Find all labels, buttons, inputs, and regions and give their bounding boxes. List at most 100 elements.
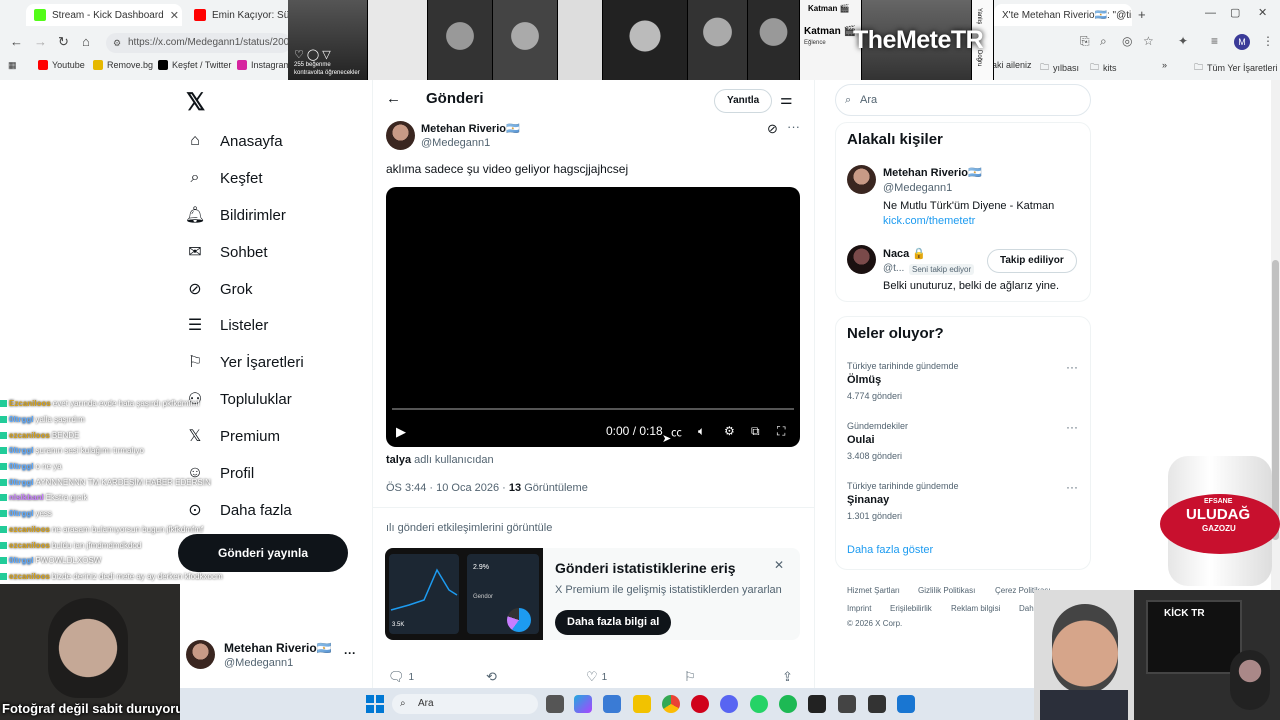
trend-item[interactable]: Ölmüş xyxy=(847,374,881,386)
footer-link[interactable]: Gizlilik Politikası xyxy=(918,586,975,595)
reload-icon[interactable]: ↻ xyxy=(58,34,69,50)
star-icon[interactable]: ☆ xyxy=(1143,34,1154,48)
pip-icon[interactable]: ⧉ xyxy=(751,424,760,439)
captions-icon[interactable]: ㏄ xyxy=(671,424,682,440)
trend-item[interactable]: Oulai xyxy=(847,434,875,446)
following-button[interactable]: Takip ediliyor xyxy=(987,249,1077,273)
bookmark-removebg[interactable]: Remove.bg xyxy=(93,60,153,70)
media-icon[interactable]: ≡ xyxy=(1211,34,1218,48)
footer-link[interactable]: Dah xyxy=(1019,604,1034,613)
author-handle[interactable]: @Medegann1 xyxy=(421,137,490,149)
close-icon[interactable]: ✕ xyxy=(170,9,179,22)
address-bar[interactable]: ⚙ https://x.com/Medegann1/status/2009 xyxy=(106,33,291,53)
footer-link[interactable]: Hizmet Şartları xyxy=(847,586,900,595)
minimize-icon[interactable]: — xyxy=(1205,7,1216,19)
bookmark-youtube[interactable]: Youtube xyxy=(38,60,85,70)
more-icon[interactable]: ··· xyxy=(1066,480,1078,494)
opera-icon[interactable] xyxy=(691,695,709,713)
app-icon[interactable] xyxy=(868,695,886,713)
video-progress-bar[interactable] xyxy=(392,408,794,410)
like-button[interactable]: ♡ 1 xyxy=(586,669,607,685)
bookmark-folder[interactable]: 🗀 kits xyxy=(1090,60,1117,76)
bookmark-folder[interactable]: 🗀 yılbası xyxy=(1040,60,1079,76)
apps-grid-icon[interactable]: ▦ xyxy=(8,60,17,71)
sliders-icon[interactable]: ⚌ xyxy=(780,91,793,108)
person-name[interactable]: Metehan Riverio🇦🇷 xyxy=(883,166,982,179)
show-more-link[interactable]: Daha fazla göster xyxy=(847,544,933,556)
footer-link[interactable]: Imprint xyxy=(847,604,871,613)
extensions-icon[interactable]: ✦ xyxy=(1178,34,1188,48)
bookmark-folder[interactable]: aki aileniz xyxy=(992,60,1032,70)
sidebar-item-explore[interactable]: ⌕ Keşfet xyxy=(186,166,263,190)
sidebar-item-lists[interactable]: ☰ Listeler xyxy=(186,313,269,337)
grok-icon[interactable]: ⊘ xyxy=(767,121,778,137)
person-link[interactable]: kick.com/themetetr xyxy=(883,215,975,227)
volume-icon[interactable]: 🔈︎ xyxy=(698,424,705,439)
trend-item[interactable]: Şinanay xyxy=(847,494,889,506)
close-icon[interactable]: ✕ xyxy=(774,558,784,572)
all-bookmarks[interactable]: 🗀 Tüm Yer İşaretleri xyxy=(1194,60,1278,76)
profile-avatar[interactable]: M xyxy=(1234,34,1250,50)
chevron-right-icon[interactable]: » xyxy=(1162,60,1167,70)
avatar[interactable] xyxy=(847,165,876,194)
sidebar-item-notifications[interactable]: 🔔︎ Bildirimler xyxy=(185,203,286,227)
chrome-icon[interactable] xyxy=(662,695,680,713)
reply-button[interactable]: 🗨︎ 1 xyxy=(388,669,414,685)
fullscreen-icon[interactable]: ⛶ xyxy=(777,424,785,439)
share-button[interactable]: ⇪ xyxy=(782,669,793,685)
windows-start-icon[interactable] xyxy=(366,695,384,713)
zoom-icon[interactable]: ⌕ xyxy=(1100,34,1107,49)
person-handle[interactable]: @t... xyxy=(883,263,904,274)
back-arrow-icon[interactable]: ← xyxy=(386,90,401,107)
maximize-icon[interactable]: ▢ xyxy=(1230,6,1240,19)
back-arrow-icon[interactable]: ← xyxy=(10,34,23,49)
author-avatar[interactable] xyxy=(386,121,415,150)
more-icon[interactable]: ··· xyxy=(344,646,356,660)
person-name[interactable]: Naca 🔒 xyxy=(883,247,926,260)
tab-kick-dashboard[interactable]: Stream - Kick Dashboard ✕ xyxy=(26,4,182,26)
spotify-icon[interactable] xyxy=(779,695,797,713)
tab-x-post[interactable]: X'te Metehan Riverio🇦🇷: "@tini ✕ xyxy=(994,4,1132,26)
bookmark-button[interactable]: ⚐ xyxy=(684,669,696,685)
person-handle[interactable]: @Medegann1 xyxy=(883,182,952,194)
sidebar-item-messages[interactable]: ✉ Sohbet xyxy=(186,240,267,264)
play-icon[interactable]: ▶ xyxy=(396,424,406,440)
settings-icon[interactable]: ⚙ xyxy=(724,424,735,438)
video-player[interactable] xyxy=(386,187,800,447)
bookmark-instagram[interactable]: Instagram xyxy=(237,60,291,70)
more-icon[interactable]: ··· xyxy=(1066,420,1078,434)
view-engagements[interactable]: ılı gönderi etkileşimlerini görüntüle xyxy=(386,522,552,534)
sidebar-item-home[interactable]: ⌂ Anasayfa xyxy=(186,129,282,153)
install-icon[interactable]: ⎘ xyxy=(1080,34,1090,49)
menu-kebab-icon[interactable]: ⋮ xyxy=(1262,34,1274,48)
bookmark-twitter[interactable]: Keşfet / Twitter xyxy=(158,60,231,70)
sidebar-item-grok[interactable]: ⊘ Grok xyxy=(186,277,252,301)
taskbar-search[interactable]: ⌕ Ara xyxy=(392,694,538,714)
more-icon[interactable]: ··· xyxy=(1066,360,1078,374)
repost-button[interactable]: ⟲ xyxy=(486,669,501,685)
file-explorer-icon[interactable] xyxy=(633,695,651,713)
tab-youtube[interactable]: Emin Kaçıyor: Süre K xyxy=(186,4,288,26)
x-logo[interactable]: 𝕏 xyxy=(186,88,205,117)
avatar[interactable] xyxy=(847,245,876,274)
obs-icon[interactable] xyxy=(838,695,856,713)
discord-icon[interactable] xyxy=(720,695,738,713)
tagged-user[interactable]: talya xyxy=(386,454,411,466)
sidebar-item-bookmarks[interactable]: ⚐ Yer İşaretleri xyxy=(186,350,304,374)
eye-off-icon[interactable]: ◎ xyxy=(1122,34,1132,48)
app-icon[interactable] xyxy=(897,695,915,713)
more-icon[interactable]: ··· xyxy=(787,119,800,134)
footer-link[interactable]: Reklam bilgisi xyxy=(951,604,1000,613)
author-name[interactable]: Metehan Riverio🇦🇷 xyxy=(421,122,520,135)
new-tab-button[interactable]: + xyxy=(1138,7,1146,22)
footer-link[interactable]: Erişilebilirlik xyxy=(890,604,932,613)
learn-more-button[interactable]: Daha fazla bilgi al xyxy=(555,610,672,635)
search-input[interactable]: ⌕ Ara xyxy=(835,84,1091,116)
forward-arrow-icon[interactable]: → xyxy=(34,34,47,49)
whatsapp-icon[interactable] xyxy=(750,695,768,713)
task-view-icon[interactable] xyxy=(546,695,564,713)
home-icon[interactable]: ⌂ xyxy=(82,34,90,49)
store-icon[interactable] xyxy=(603,695,621,713)
app-icon[interactable] xyxy=(808,695,826,713)
copilot-icon[interactable] xyxy=(574,695,592,713)
